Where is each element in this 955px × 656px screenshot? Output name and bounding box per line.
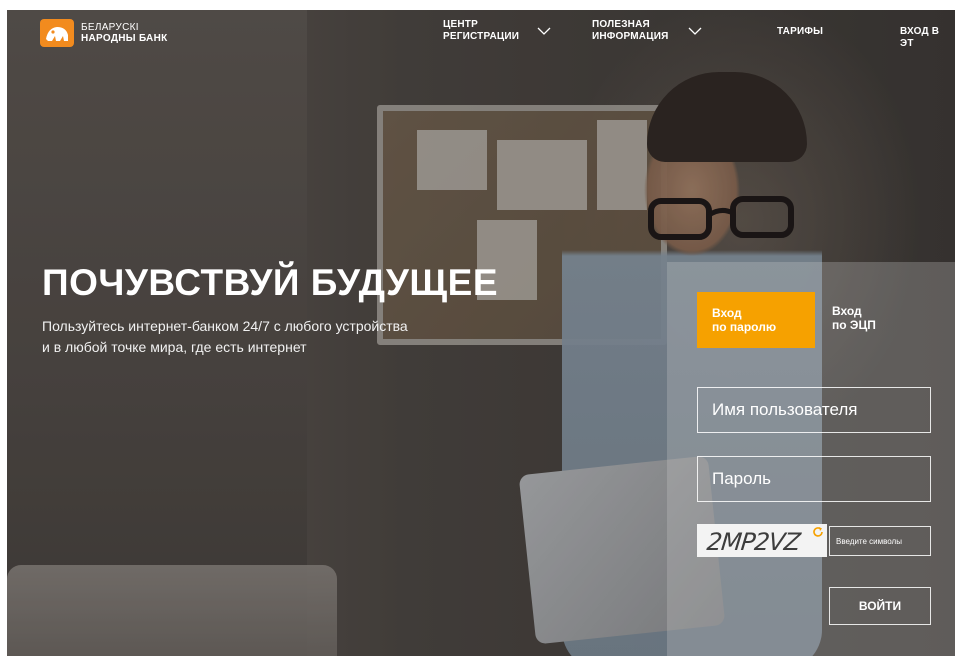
chevron-down-icon[interactable] xyxy=(537,26,551,36)
brand-logo[interactable]: БЕЛАРУСКІ НАРОДНЫ БАНК xyxy=(40,19,168,47)
login-button[interactable]: ВОЙТИ xyxy=(829,587,931,625)
username-input[interactable] xyxy=(697,387,931,433)
refresh-icon[interactable] xyxy=(812,526,824,538)
tab-login-ecp-line1: Вход xyxy=(832,304,862,318)
tab-login-password-line1: Вход xyxy=(712,306,742,320)
page-frame: БЕЛАРУСКІ НАРОДНЫ БАНК ЦЕНТР РЕГИСТРАЦИИ… xyxy=(7,10,955,656)
nav-registration-center[interactable]: ЦЕНТР РЕГИСТРАЦИИ xyxy=(443,19,519,43)
brand-name-line1: БЕЛАРУСКІ xyxy=(81,22,139,33)
brand-name-line2: НАРОДНЫ БАНК xyxy=(81,33,168,44)
password-input[interactable] xyxy=(697,456,931,502)
hero-subtitle-line2: и в любой точке мира, где есть интернет xyxy=(42,339,307,355)
tab-login-ecp[interactable]: Вход по ЭЦП xyxy=(832,304,876,332)
captcha-image: 2MP2VZ xyxy=(697,524,827,557)
captcha-text: 2MP2VZ xyxy=(705,528,802,556)
hero-subtitle: Пользуйтесь интернет-банком 24/7 с любог… xyxy=(42,316,482,358)
lion-logo-icon xyxy=(40,19,74,47)
chevron-down-icon[interactable] xyxy=(688,26,702,36)
hero-subtitle-line1: Пользуйтесь интернет-банком 24/7 с любог… xyxy=(42,318,408,334)
hero-title: ПОЧУВСТВУЙ БУДУЩЕЕ xyxy=(42,262,498,303)
tab-login-ecp-line2: по ЭЦП xyxy=(832,318,876,332)
brand-name: БЕЛАРУСКІ НАРОДНЫ БАНК xyxy=(81,22,168,44)
nav-tariffs[interactable]: ТАРИФЫ xyxy=(777,26,823,38)
captcha-input[interactable] xyxy=(829,526,931,556)
tab-login-password[interactable]: Вход по паролю xyxy=(697,292,815,348)
site-header: БЕЛАРУСКІ НАРОДНЫ БАНК ЦЕНТР РЕГИСТРАЦИИ… xyxy=(7,10,955,58)
tab-login-password-line2: по паролю xyxy=(712,320,777,334)
login-panel: Вход по паролю Вход по ЭЦП 2MP2VZ ВОЙТИ xyxy=(667,262,955,656)
nav-useful-info[interactable]: ПОЛЕЗНАЯ ИНФОРМАЦИЯ xyxy=(592,19,669,43)
nav-login-link[interactable]: ВХОД В ЭТ xyxy=(900,26,955,50)
